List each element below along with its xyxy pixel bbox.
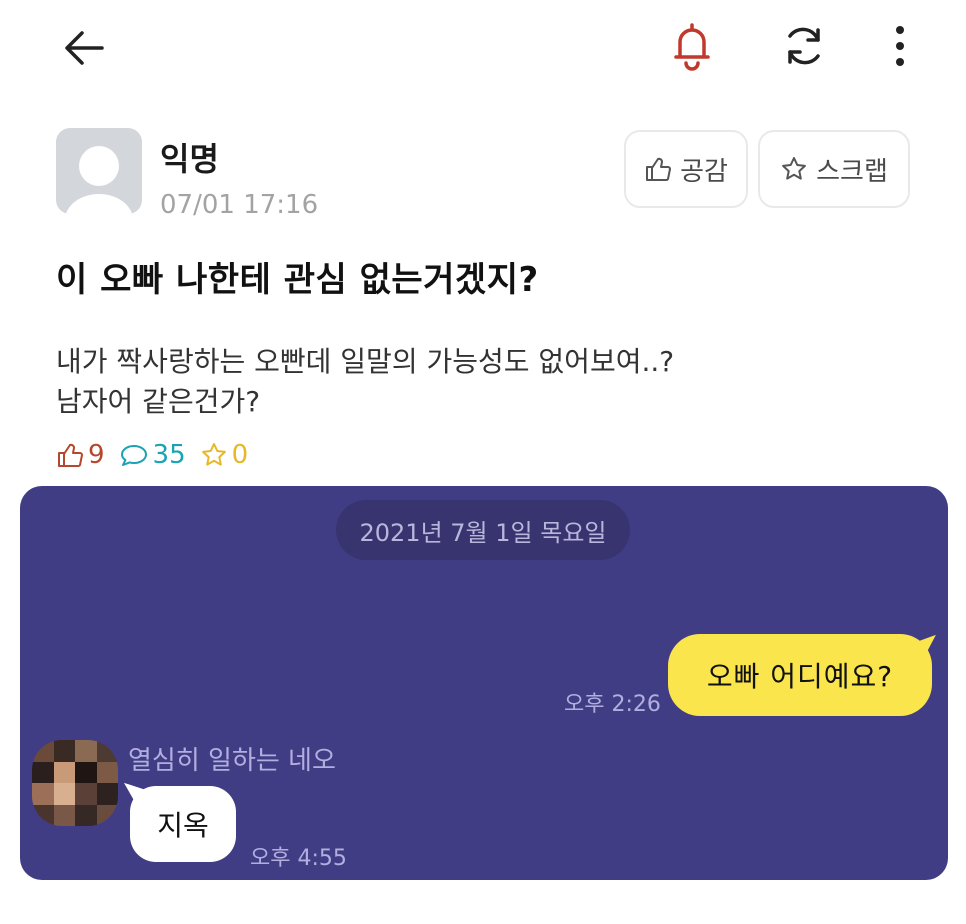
comment-count-value: 35 bbox=[152, 440, 186, 470]
refresh-button[interactable] bbox=[776, 18, 832, 74]
like-count: 9 bbox=[56, 440, 105, 470]
star-icon bbox=[201, 443, 226, 466]
comment-count: 35 bbox=[119, 440, 186, 470]
scrap-button-label: 스크랩 bbox=[816, 156, 888, 187]
post-title: 이 오빠 나한테 관심 없는거겠지? bbox=[56, 260, 539, 300]
thumbs-up-icon bbox=[58, 443, 83, 468]
chat-date-divider: 2021년 7월 1일 목요일 bbox=[336, 500, 630, 560]
friend-avatar-pixelated bbox=[32, 740, 118, 826]
friend-name: 열심히 일하는 네오 bbox=[128, 746, 336, 776]
back-button[interactable] bbox=[56, 20, 112, 76]
author-name: 익명 bbox=[160, 140, 219, 178]
like-button[interactable]: 공감 bbox=[624, 130, 748, 208]
bell-icon bbox=[674, 23, 710, 71]
like-count-value: 9 bbox=[88, 440, 105, 470]
notification-button[interactable] bbox=[664, 18, 720, 74]
received-message-bubble: 지옥 bbox=[130, 786, 236, 862]
post-stats: 9 35 0 bbox=[56, 440, 262, 470]
more-menu-button[interactable] bbox=[876, 18, 924, 74]
scrap-count: 0 bbox=[200, 440, 249, 470]
more-vertical-icon bbox=[896, 26, 904, 66]
thumbs-up-icon bbox=[646, 157, 672, 182]
post-timestamp: 07/01 17:16 bbox=[160, 190, 319, 220]
sent-message-time: 오후 2:26 bbox=[564, 692, 661, 717]
post-body-line: 내가 짝사랑하는 오빤데 일말의 가능성도 없어보여..? bbox=[56, 345, 675, 378]
star-icon bbox=[782, 157, 807, 180]
refresh-icon bbox=[788, 27, 820, 65]
post-body-line: 남자어 같은건가? bbox=[56, 385, 261, 418]
like-button-label: 공감 bbox=[680, 156, 728, 187]
scrap-count-value: 0 bbox=[231, 440, 249, 470]
anonymous-user-icon bbox=[65, 146, 133, 214]
chat-screenshot: 2021년 7월 1일 목요일 오후 2:26 오빠 어디예요? 열심히 일하는… bbox=[20, 486, 948, 880]
author-avatar bbox=[56, 128, 142, 214]
received-message-time: 오후 4:55 bbox=[250, 846, 347, 871]
comment-icon bbox=[120, 445, 147, 466]
arrow-left-icon bbox=[65, 31, 104, 65]
scrap-button[interactable]: 스크랩 bbox=[758, 130, 910, 208]
sent-message-bubble: 오빠 어디예요? bbox=[668, 634, 932, 716]
